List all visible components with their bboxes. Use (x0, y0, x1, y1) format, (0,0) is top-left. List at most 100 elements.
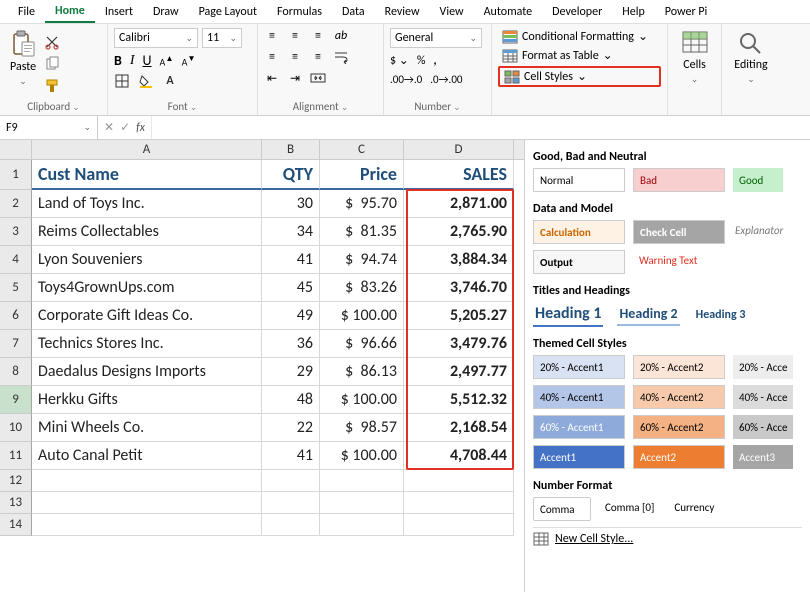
row-header[interactable]: 12 (0, 470, 32, 492)
style-normal[interactable]: Normal (533, 168, 625, 192)
cell[interactable]: $ 94.74 (320, 246, 404, 274)
style-60-accent3[interactable]: 60% - Acce (733, 415, 793, 439)
cell[interactable]: Auto Canal Petit (32, 442, 262, 470)
number-format-combo[interactable]: General⌄ (390, 28, 482, 48)
header-cell[interactable]: Cust Name (32, 160, 262, 190)
col-header-B[interactable]: B (262, 140, 320, 159)
fill-color-button[interactable] (138, 73, 154, 89)
cell[interactable]: $ 96.66 (320, 330, 404, 358)
cell[interactable] (262, 514, 320, 536)
cell[interactable]: 49 (262, 302, 320, 330)
formula-input[interactable] (152, 116, 810, 139)
col-header-C[interactable]: C (320, 140, 404, 159)
align-right-button[interactable]: ≡ (310, 49, 326, 65)
menu-page-layout[interactable]: Page Layout (189, 2, 267, 22)
style-calculation[interactable]: Calculation (533, 220, 625, 244)
row-header[interactable]: 1 (0, 160, 32, 190)
format-painter-button[interactable] (44, 78, 60, 94)
style-heading2[interactable]: Heading 2 (617, 303, 679, 326)
style-60-accent1[interactable]: 60% - Accent1 (533, 415, 625, 439)
cell[interactable] (404, 514, 514, 536)
cell[interactable]: $ 100.00 (320, 386, 404, 414)
style-comma[interactable]: Comma (533, 497, 591, 521)
style-accent3[interactable]: Accent3 (733, 445, 793, 469)
cell[interactable]: 41 (262, 246, 320, 274)
header-cell[interactable]: SALES (404, 160, 514, 190)
menu-file[interactable]: File (8, 2, 45, 22)
style-output[interactable]: Output (533, 250, 625, 274)
font-grow-button[interactable]: A▲ (160, 53, 174, 68)
row-header[interactable]: 5 (0, 274, 32, 302)
format-as-table-button[interactable]: Format as Table⌄ (498, 47, 661, 64)
cell[interactable]: 48 (262, 386, 320, 414)
cell[interactable] (320, 492, 404, 514)
style-currency[interactable]: Currency (668, 497, 720, 521)
style-check-cell[interactable]: Check Cell (633, 220, 725, 244)
borders-button[interactable] (114, 73, 130, 89)
row-header[interactable]: 9 (0, 386, 32, 414)
orientation-button[interactable]: ab (333, 28, 349, 44)
cell[interactable] (262, 492, 320, 514)
cell[interactable]: Land of Toys Inc. (32, 190, 262, 218)
row-header[interactable]: 10 (0, 414, 32, 442)
menu-insert[interactable]: Insert (95, 2, 143, 22)
cell[interactable] (32, 514, 262, 536)
fx-button[interactable]: fx (136, 121, 145, 135)
row-header[interactable]: 11 (0, 442, 32, 470)
menu-home[interactable]: Home (45, 1, 95, 23)
col-header-A[interactable]: A (32, 140, 262, 159)
style-bad[interactable]: Bad (633, 168, 725, 192)
cell[interactable]: 36 (262, 330, 320, 358)
align-bottom-button[interactable]: ≡ (310, 28, 326, 44)
editing-button[interactable]: Editing ⌄ (728, 28, 774, 87)
cell[interactable]: Reims Collectables (32, 218, 262, 246)
cell[interactable] (404, 492, 514, 514)
style-20-accent1[interactable]: 20% - Accent1 (533, 355, 625, 379)
align-top-button[interactable]: ≡ (264, 28, 280, 44)
merge-center-button[interactable] (310, 70, 326, 86)
cell[interactable] (404, 470, 514, 492)
cell[interactable]: $ 95.70 (320, 190, 404, 218)
style-accent1[interactable]: Accent1 (533, 445, 625, 469)
paste-button[interactable]: Paste ⌄ (6, 28, 40, 96)
font-size-combo[interactable]: 11⌄ (202, 28, 242, 48)
decrease-indent-button[interactable]: ⇤ (264, 70, 280, 86)
cell[interactable]: 30 (262, 190, 320, 218)
percent-button[interactable]: % (417, 54, 426, 68)
underline-button[interactable]: U (143, 52, 152, 69)
style-40-accent1[interactable]: 40% - Accent1 (533, 385, 625, 409)
conditional-formatting-button[interactable]: Conditional Formatting⌄ (498, 28, 661, 45)
cell[interactable]: $ 98.57 (320, 414, 404, 442)
style-20-accent2[interactable]: 20% - Accent2 (633, 355, 725, 379)
style-60-accent2[interactable]: 60% - Accent2 (633, 415, 725, 439)
row-header[interactable]: 6 (0, 302, 32, 330)
menu-help[interactable]: Help (612, 2, 655, 22)
cell[interactable]: $ 83.26 (320, 274, 404, 302)
row-header[interactable]: 14 (0, 514, 32, 536)
font-shrink-button[interactable]: A▼ (182, 53, 196, 68)
menu-view[interactable]: View (430, 2, 474, 22)
accounting-button[interactable]: $ ⌄ (390, 53, 409, 68)
row-header[interactable]: 4 (0, 246, 32, 274)
cell[interactable]: 45 (262, 274, 320, 302)
name-box[interactable]: F9⌄ (0, 116, 98, 139)
new-cell-style-button[interactable]: New Cell Style... (533, 528, 802, 550)
row-header[interactable]: 8 (0, 358, 32, 386)
style-accent2[interactable]: Accent2 (633, 445, 725, 469)
cancel-formula-button[interactable]: ✕ (104, 120, 114, 135)
comma-button[interactable]: , (433, 54, 436, 68)
cell[interactable]: Technics Stores Inc. (32, 330, 262, 358)
menu-developer[interactable]: Developer (542, 2, 612, 22)
cell[interactable] (320, 514, 404, 536)
cut-button[interactable] (44, 34, 60, 50)
spreadsheet-grid[interactable]: A B C D 1 Cust Name QTY Price SALES 2Lan… (0, 140, 524, 592)
col-header-D[interactable]: D (404, 140, 514, 159)
style-comma0[interactable]: Comma [0] (599, 497, 660, 521)
menu-data[interactable]: Data (332, 2, 375, 22)
cell[interactable]: Herkku Gifts (32, 386, 262, 414)
select-all-corner[interactable] (0, 140, 32, 159)
style-heading1[interactable]: Heading 1 (533, 302, 603, 327)
bold-button[interactable]: B (114, 52, 122, 69)
menu-power-pi[interactable]: Power Pi (655, 2, 718, 22)
menu-review[interactable]: Review (375, 2, 430, 22)
